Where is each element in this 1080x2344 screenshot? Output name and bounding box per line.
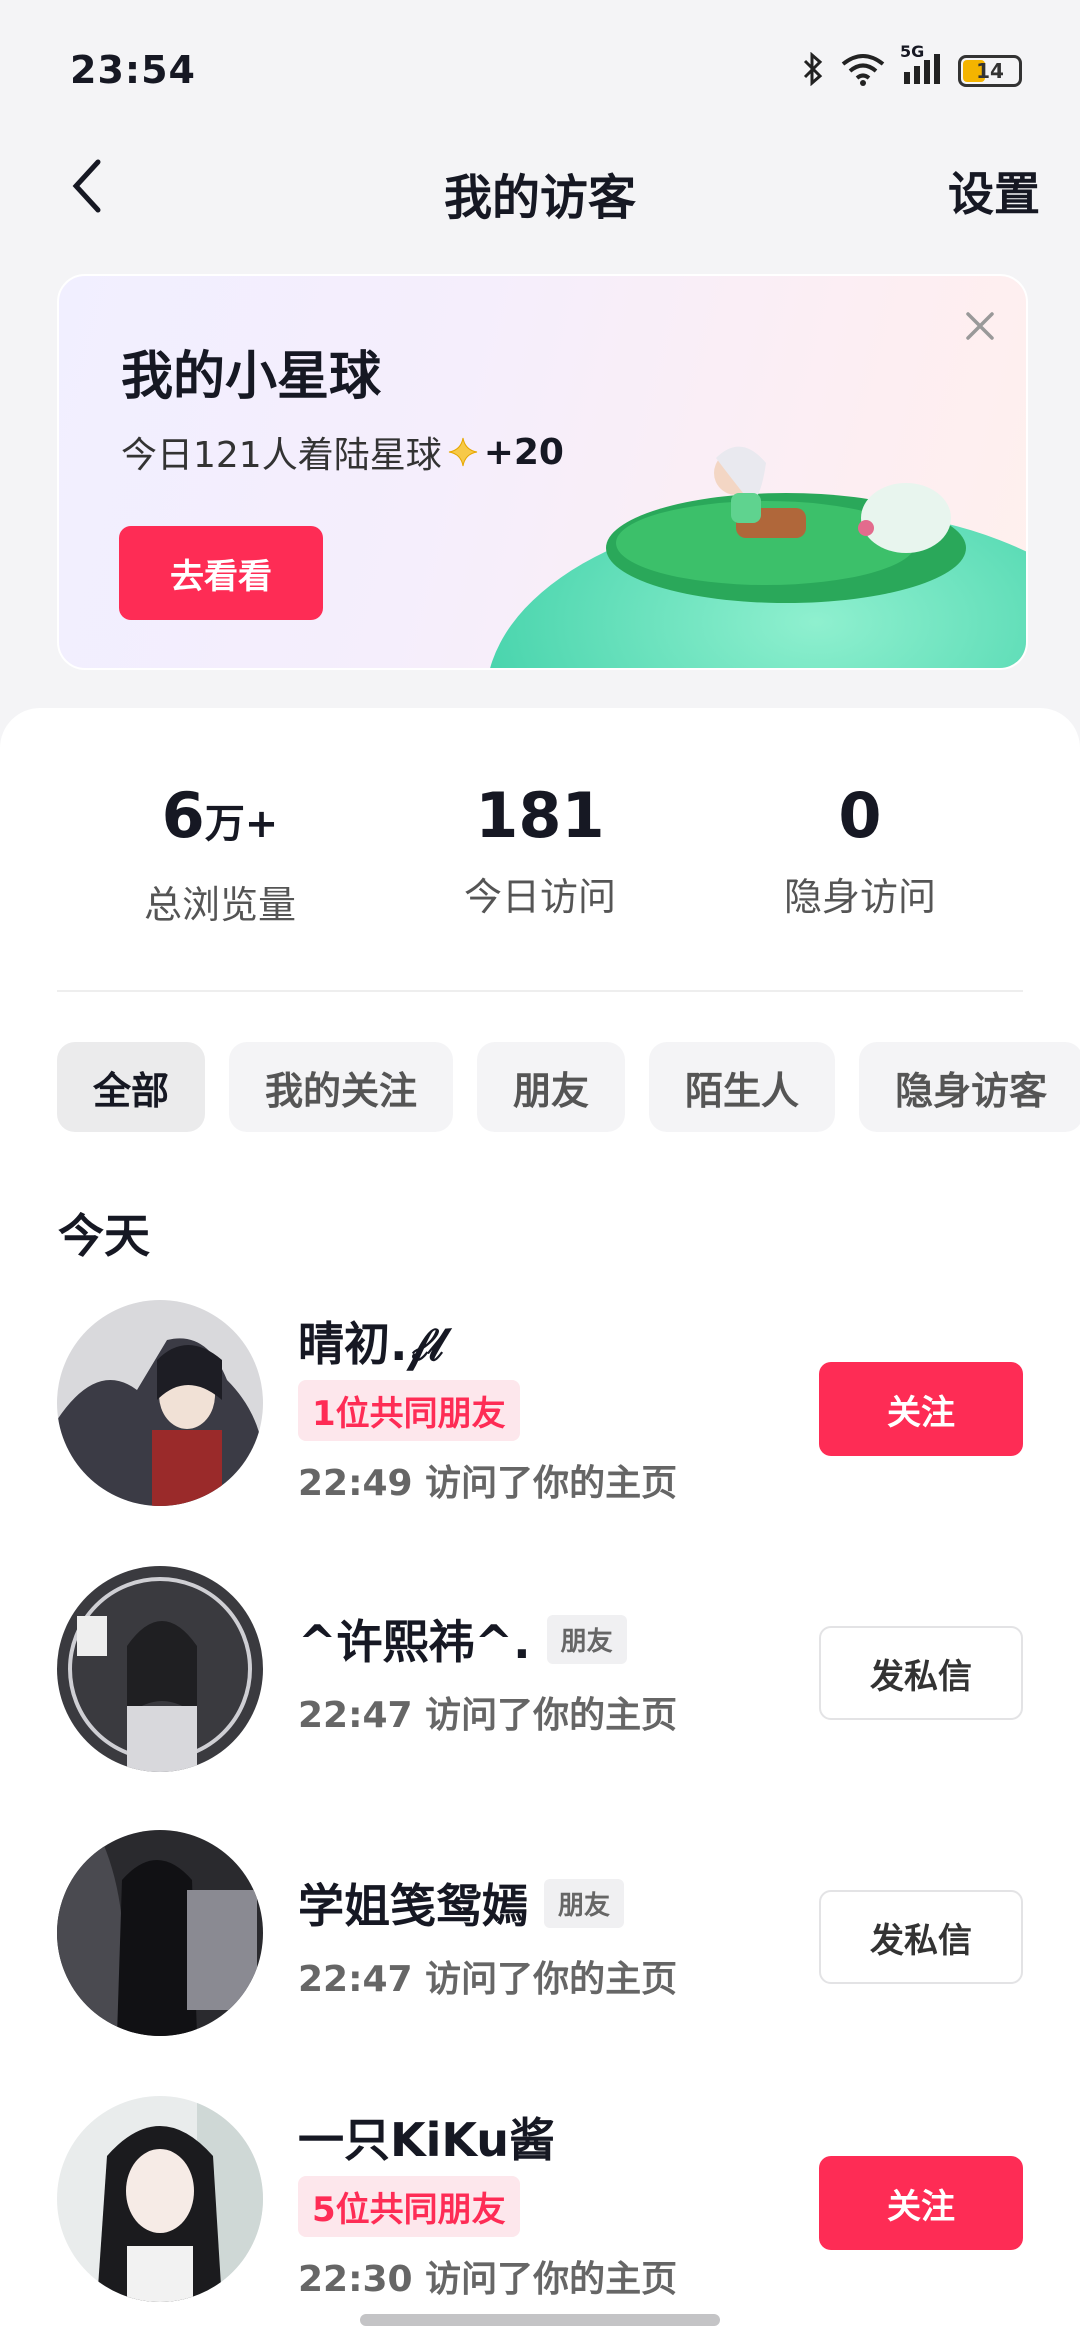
wifi-icon: [840, 52, 886, 90]
status-icons: 5G 14: [802, 42, 1022, 90]
visit-time: 22:49 访问了你的主页: [298, 1463, 678, 1504]
home-indicator[interactable]: [360, 2314, 720, 2326]
sparkle-icon: [448, 437, 477, 467]
stat-total-views: 6万+ 总浏览量: [60, 778, 380, 929]
friend-tag: 朋友: [546, 1614, 627, 1664]
page-title: 我的访客: [443, 170, 636, 226]
visitors-card: 6万+ 总浏览量 181 今日访问 0 隐身访问 全部 我的关注 朋友 陌生人 …: [0, 708, 1080, 2344]
stat-label: 今日访问: [463, 875, 616, 919]
visitor-name-line: 晴初.𝒻𝓁: [298, 1308, 443, 1374]
visitor-name-line: 学姐笺鸳嫣 朋友: [298, 1870, 625, 1936]
stat-unit: 万+: [204, 801, 279, 847]
filter-following[interactable]: 我的关注: [229, 1042, 454, 1132]
visitor-name[interactable]: ^许熙祎^.: [298, 1606, 531, 1672]
status-time: 23:54: [70, 48, 196, 92]
stats-row: 6万+ 总浏览量 181 今日访问 0 隐身访问: [0, 778, 1080, 927]
avatar[interactable]: [57, 1300, 263, 1506]
banner-title: 我的小星球: [121, 347, 382, 407]
mutual-friends-tag: 1位共同朋友: [298, 1380, 520, 1441]
stat-label: 总浏览量: [143, 883, 296, 927]
message-button[interactable]: 发私信: [819, 1890, 1023, 1984]
planet-banner[interactable]: 我的小星球 今日121人着陆星球 +20 去看看: [57, 274, 1028, 670]
message-button[interactable]: 发私信: [819, 1626, 1023, 1720]
go-see-button[interactable]: 去看看: [119, 526, 323, 620]
stat-label: 隐身访问: [783, 875, 936, 919]
visit-time: 22:47 访问了你的主页: [298, 1695, 678, 1736]
banner-subtitle-text: 今日121人着陆星球: [121, 435, 442, 476]
filter-all[interactable]: 全部: [57, 1042, 206, 1132]
bluetooth-icon: [802, 51, 824, 90]
visitor-row[interactable]: 一只KiKu酱 5位共同朋友 22:30 访问了你的主页 关注: [0, 2096, 1080, 2316]
divider: [57, 990, 1023, 992]
stat-today-visits: 181 今日访问: [380, 778, 700, 921]
stat-value: 0: [838, 779, 882, 852]
follow-button[interactable]: 关注: [819, 1362, 1023, 1456]
mutual-friends-tag: 5位共同朋友: [298, 2176, 520, 2237]
filter-tabs: 全部 我的关注 朋友 陌生人 隐身访客: [57, 1042, 1080, 1134]
battery-level: 14: [976, 59, 1004, 83]
visit-time: 22:30 访问了你的主页: [298, 2259, 678, 2300]
top-nav: 我的访客 设置: [0, 140, 1080, 240]
settings-button[interactable]: 设置: [948, 158, 1040, 224]
follow-button[interactable]: 关注: [819, 2156, 1023, 2250]
stat-hidden-visits: 0 隐身访问: [700, 778, 1020, 921]
avatar[interactable]: [57, 2096, 263, 2302]
visitor-row[interactable]: 晴初.𝒻𝓁 1位共同朋友 22:49 访问了你的主页 关注: [0, 1300, 1080, 1520]
planet-illustration: [490, 446, 1026, 668]
battery-icon: 14: [958, 55, 1022, 87]
filter-hidden[interactable]: 隐身访客: [859, 1042, 1080, 1132]
close-icon[interactable]: [958, 304, 1002, 348]
stat-value: 181: [475, 779, 605, 852]
avatar[interactable]: [57, 1566, 263, 1772]
filter-strangers[interactable]: 陌生人: [649, 1042, 836, 1132]
visitor-name-line: ^许熙祎^. 朋友: [298, 1606, 627, 1672]
filter-friends[interactable]: 朋友: [477, 1042, 626, 1132]
visitor-row[interactable]: ^许熙祎^. 朋友 22:47 访问了你的主页 发私信: [0, 1566, 1080, 1786]
section-title-today: 今天: [58, 1209, 150, 1263]
visitor-row[interactable]: 学姐笺鸳嫣 朋友 22:47 访问了你的主页 发私信: [0, 1830, 1080, 2050]
visitor-name[interactable]: 一只KiKu酱: [298, 2104, 555, 2170]
stat-value: 6: [161, 779, 205, 852]
signal-icon: 5G: [900, 42, 942, 90]
network-type: 5G: [900, 42, 925, 61]
visitor-name-line: 一只KiKu酱: [298, 2104, 555, 2170]
visitor-name[interactable]: 晴初.𝒻𝓁: [298, 1308, 443, 1374]
visit-time: 22:47 访问了你的主页: [298, 1959, 678, 2000]
status-bar: 23:54 5G 14: [0, 0, 1080, 140]
friend-tag: 朋友: [544, 1878, 625, 1928]
avatar[interactable]: [57, 1830, 263, 2036]
visitor-name[interactable]: 学姐笺鸳嫣: [298, 1870, 528, 1936]
